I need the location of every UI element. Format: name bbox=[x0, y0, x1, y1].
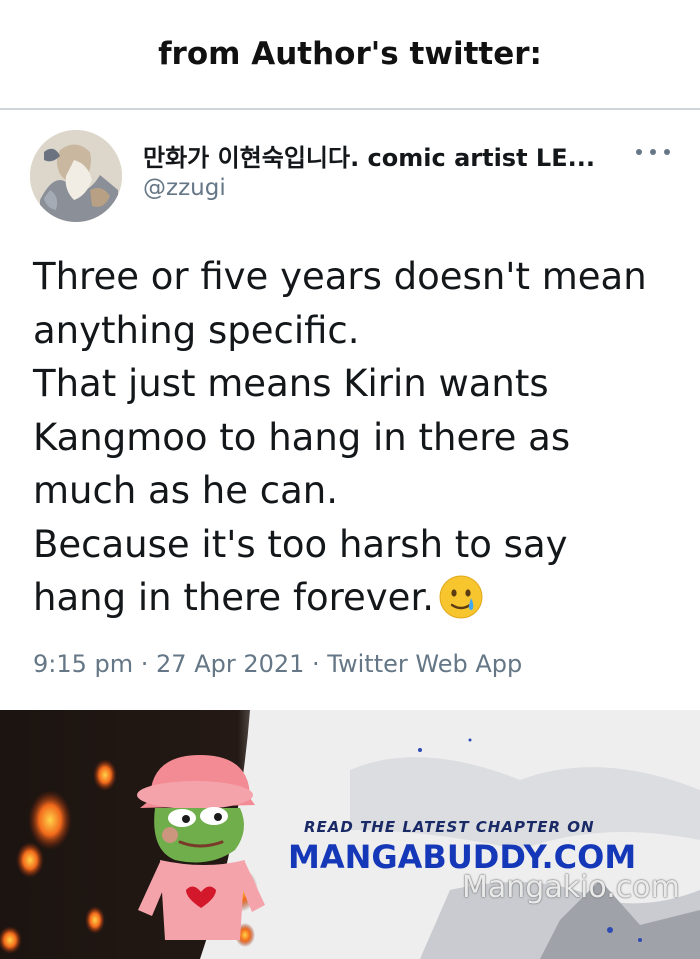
more-options-icon[interactable] bbox=[636, 140, 670, 164]
tweet-last-line: hang in there forever. bbox=[33, 571, 683, 635]
tweet-line: Three or five years doesn't mean bbox=[33, 255, 647, 298]
tweet-meta: 9:15 pm · 27 Apr 2021 · Twitter Web App bbox=[33, 650, 523, 678]
tweet-display-name[interactable]: 만화가 이현숙입니다. comic artist LE... bbox=[143, 138, 595, 173]
ad-banner[interactable]: READ THE LATEST CHAPTER ON MANGABUDDY.CO… bbox=[0, 710, 700, 959]
tweet-line: much as he can. bbox=[33, 469, 338, 512]
tweet-handle[interactable]: @zzugi bbox=[143, 175, 226, 201]
tweet-line: anything specific. bbox=[33, 308, 360, 352]
avatar[interactable] bbox=[30, 130, 122, 222]
tweet-line: Kangmoo to hang in there as bbox=[33, 415, 571, 459]
page-header: from Author's twitter: bbox=[0, 0, 700, 108]
smiling-face-with-tear-icon bbox=[438, 574, 484, 635]
avatar-image bbox=[30, 130, 122, 222]
tweet-line: That just means Kirin wants bbox=[33, 362, 549, 405]
tweet-line: hang in there forever. bbox=[33, 576, 435, 619]
tweet-text: Three or five years doesn't mean anythin… bbox=[33, 250, 683, 635]
header-divider bbox=[0, 108, 700, 110]
header-title: from Author's twitter: bbox=[158, 36, 542, 72]
tweet-line: Because it's too harsh to say bbox=[33, 522, 568, 566]
watermark: Mangakio.com bbox=[462, 870, 680, 905]
page: from Author's twitter: 만화가 이현숙입니다. comic… bbox=[0, 0, 700, 959]
banner-cta-text[interactable]: READ THE LATEST CHAPTER ON bbox=[304, 818, 595, 836]
